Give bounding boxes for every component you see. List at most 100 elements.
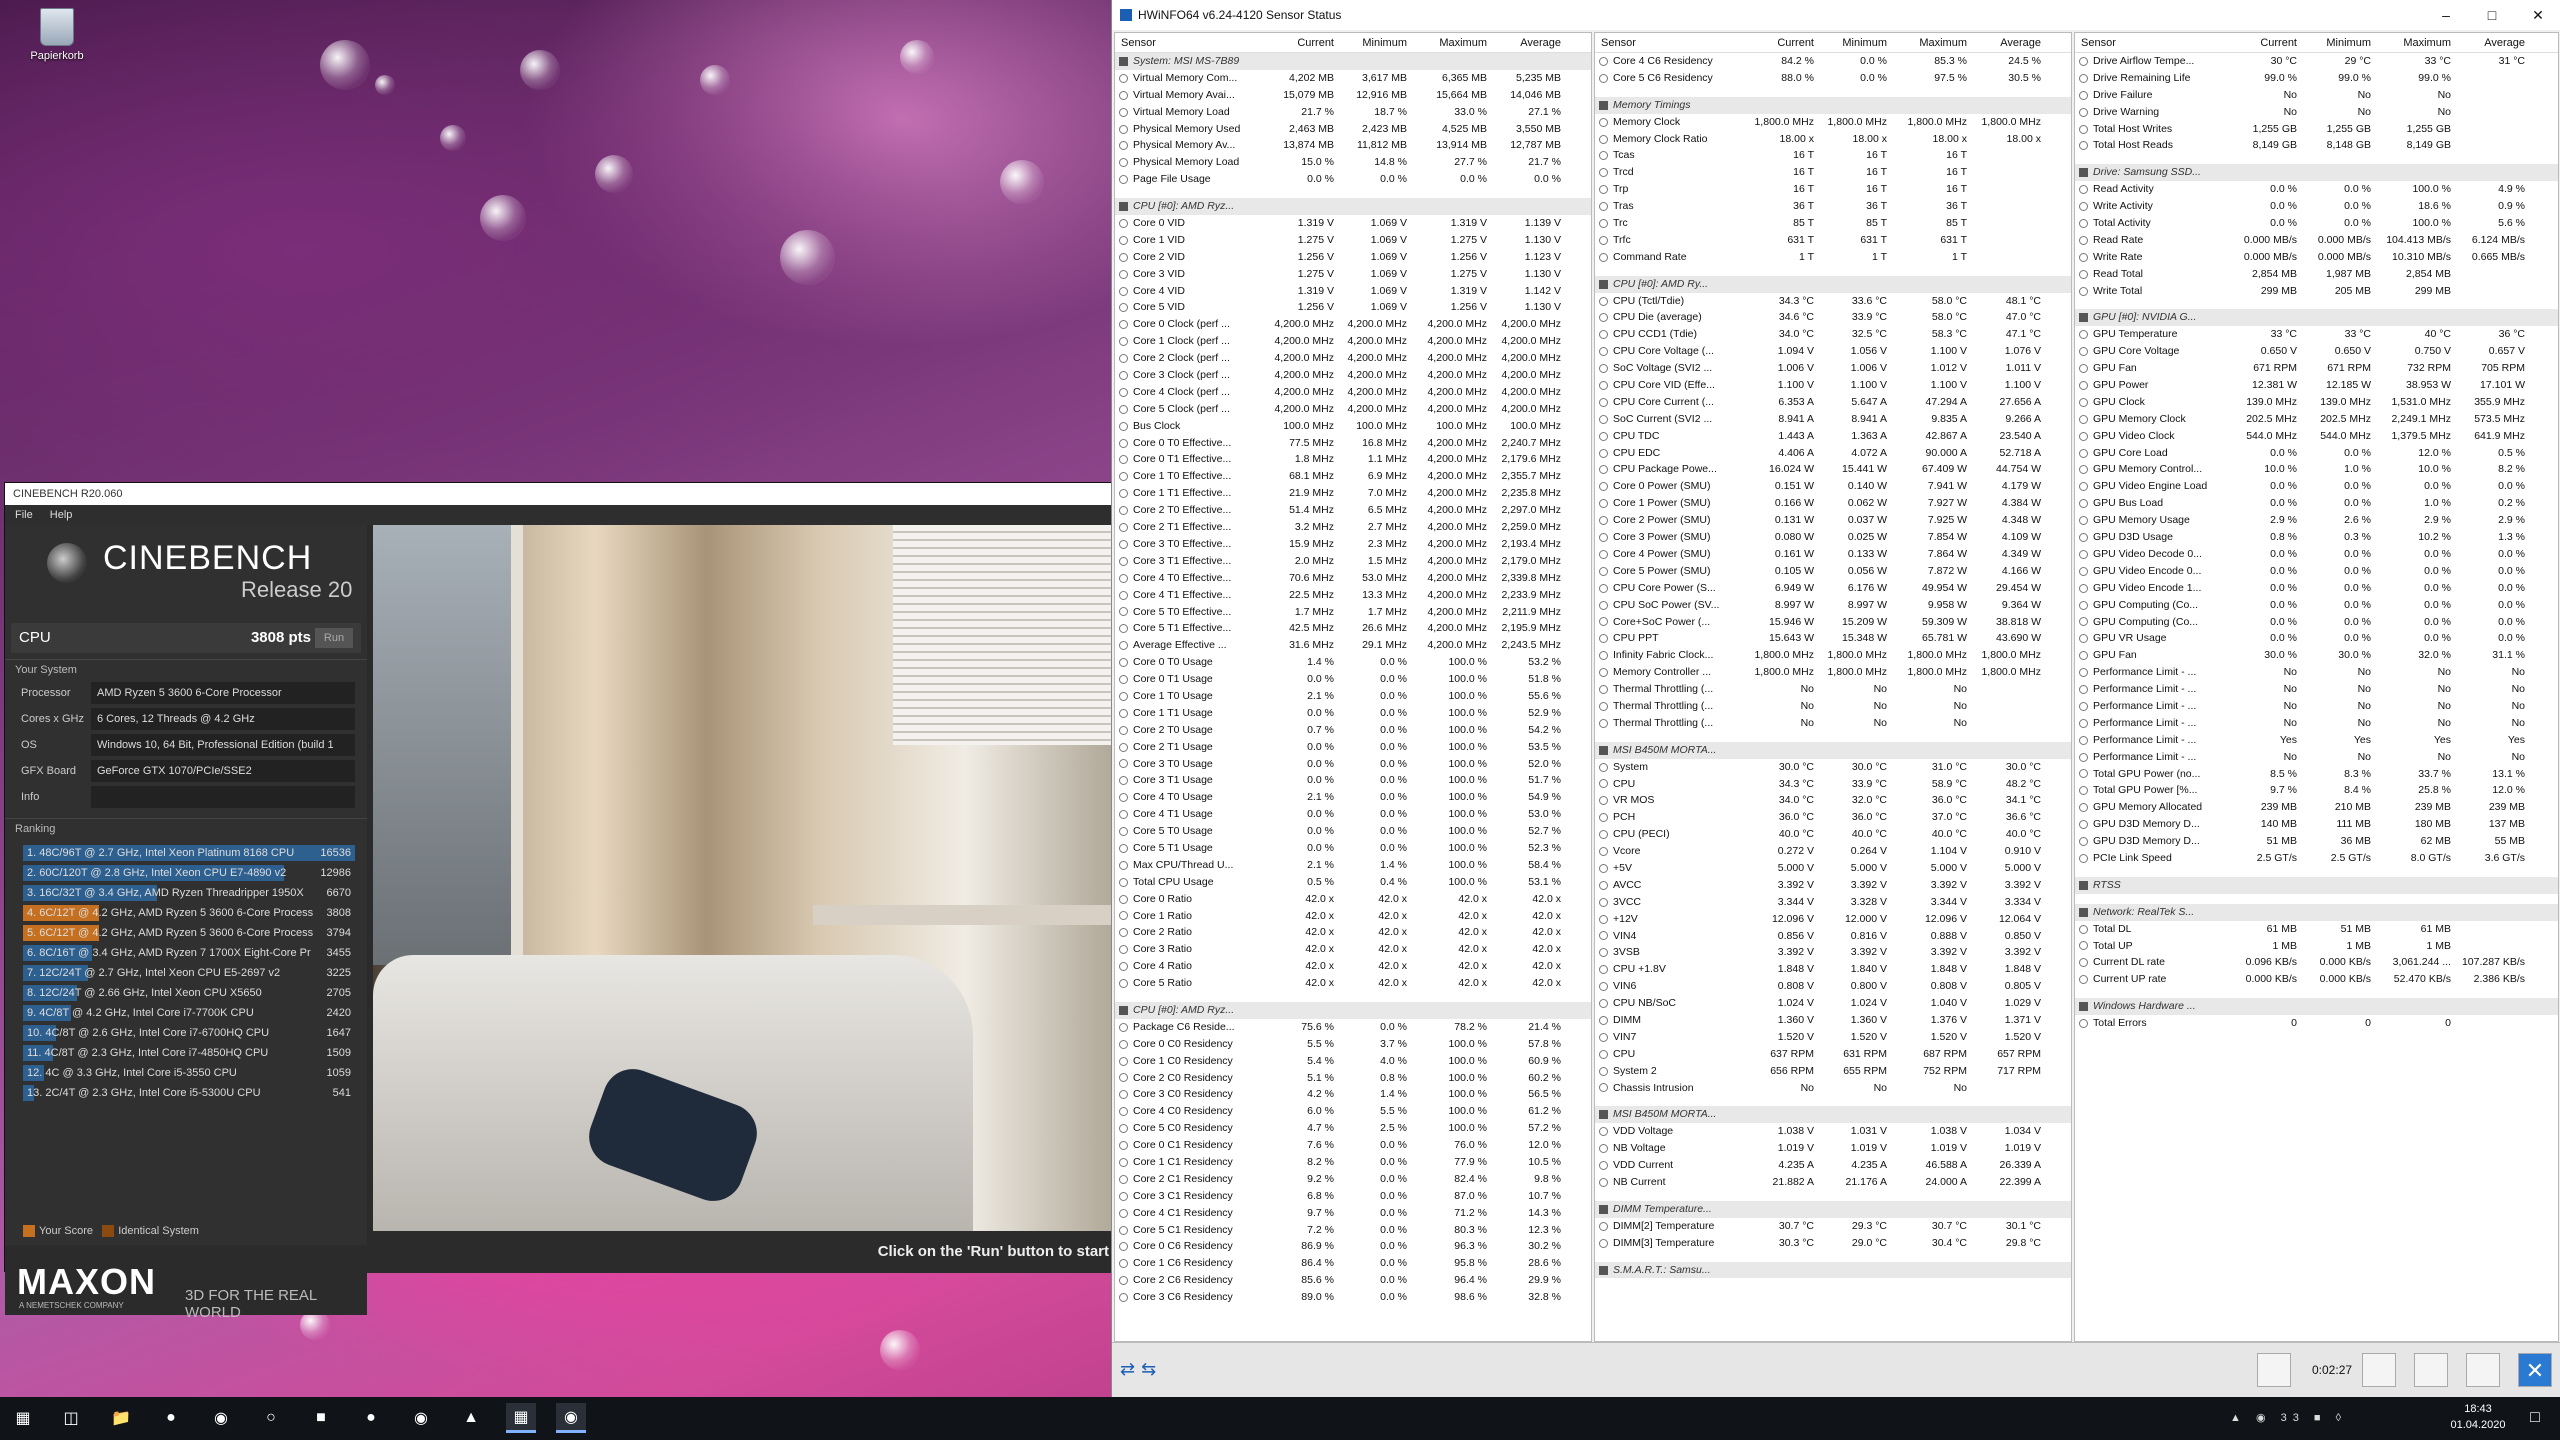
sensor-row[interactable]: Core 4 T1 Usage 0.0 % 0.0 % 100.0 % 53.0 % xyxy=(1115,806,1591,823)
sensor-row[interactable]: Drive Remaining Life 99.0 % 99.0 % 99.0 % xyxy=(2075,70,2558,87)
navigate-arrows-icon[interactable]: ⇄⇆ xyxy=(1120,1359,1162,1380)
menu-file[interactable]: File xyxy=(15,509,33,521)
sensor-group[interactable]: MSI B450M MORTA... xyxy=(1595,741,2071,759)
sensor-row[interactable]: Total GPU Power (no... 8.5 % 8.3 % 33.7 % 13… xyxy=(2075,766,2558,783)
ranking-row[interactable]: 9. 4C/8T @ 4.2 GHz, Intel Core i7-7700K … xyxy=(23,1003,355,1023)
sensor-row[interactable]: Thermal Throttling (... No No No xyxy=(1595,715,2071,732)
sensor-row[interactable]: Core 2 Clock (perf ... 4,200.0 MHz 4,200.0… xyxy=(1115,350,1591,367)
sensor-row[interactable]: Core 1 Power (SMU) 0.166 W 0.062 W 7.927 W4… xyxy=(1595,495,2071,512)
sensor-row[interactable]: Core 1 C1 Residency 8.2 % 0.0 % 77.9 % 10.5 … xyxy=(1115,1154,1591,1171)
sensor-row[interactable]: GPU Video Engine Load 0.0 % 0.0 % 0.0 % 0.0 … xyxy=(2075,478,2558,495)
sensor-row[interactable]: DIMM 1.360 V 1.360 V 1.376 V 1.371 V xyxy=(1595,1012,2071,1029)
ranking-row[interactable]: 7. 12C/24T @ 2.7 GHz, Intel Xeon CPU E5-… xyxy=(23,963,355,983)
sensor-row[interactable]: CPU CCD1 (Tdie) 34.0 °C 32.5 °C 58.3 °C 47.1… xyxy=(1595,326,2071,343)
sensor-row[interactable]: GPU Computing (Co... 0.0 % 0.0 % 0.0 % 0.0 % xyxy=(2075,614,2558,631)
sensor-row[interactable]: Core 0 Clock (perf ... 4,200.0 MHz 4,200.0… xyxy=(1115,316,1591,333)
system-tray[interactable]: ▲ ◉ 33 ■ ◊ xyxy=(2230,1411,2347,1424)
sensor-row[interactable]: Core 1 T0 Usage 2.1 % 0.0 % 100.0 % 55.6 % xyxy=(1115,688,1591,705)
sensor-row[interactable]: GPU Video Decode 0... 0.0 % 0.0 % 0.0 % 0.0 … xyxy=(2075,546,2558,563)
sensor-row[interactable]: GPU Memory Usage 2.9 % 2.6 % 2.9 % 2.9 % xyxy=(2075,512,2558,529)
sensor-column-1[interactable]: Sensor Current Minimum Maximum Average System… xyxy=(1114,32,1592,1342)
sensor-row[interactable]: Core 1 Clock (perf ... 4,200.0 MHz 4,200.0… xyxy=(1115,333,1591,350)
steam-icon[interactable]: ◉ xyxy=(406,1403,436,1433)
sensor-row[interactable]: Core 2 VID 1.256 V 1.069 V 1.256 V 1.123 V xyxy=(1115,249,1591,266)
sensor-row[interactable]: Core 0 T0 Usage 1.4 % 0.0 % 100.0 % 53.2 % xyxy=(1115,654,1591,671)
sensor-row[interactable]: Core 2 T0 Usage 0.7 % 0.0 % 100.0 % 54.2 % xyxy=(1115,722,1591,739)
spotify-icon[interactable]: ● xyxy=(356,1403,386,1433)
sensor-row[interactable]: Core 0 C0 Residency 5.5 % 3.7 % 100.0 % 57.8… xyxy=(1115,1036,1591,1053)
sensor-row[interactable]: Performance Limit - ... Yes Yes Yes Yes xyxy=(2075,732,2558,749)
cinebench-window[interactable]: CINEBENCH R20.060 File Help CINEBENCH Re… xyxy=(4,482,1113,1321)
sensor-row[interactable]: Read Rate 0.000 MB/s 0.000 MB/s 104.413 MB/… xyxy=(2075,232,2558,249)
sensor-row[interactable]: Total DL 61 MB 51 MB 61 MB xyxy=(2075,921,2558,938)
sensor-row[interactable]: GPU Video Encode 1... 0.0 % 0.0 % 0.0 % 0.0 … xyxy=(2075,580,2558,597)
sensor-group[interactable]: MSI B450M MORTA... xyxy=(1595,1106,2071,1124)
sensor-row[interactable]: Read Activity 0.0 % 0.0 % 100.0 % 4.9 % xyxy=(2075,181,2558,198)
sensor-row[interactable]: Core 5 C1 Residency 7.2 % 0.0 % 80.3 % 12.3 … xyxy=(1115,1222,1591,1239)
ranking-row[interactable]: 6. 8C/16T @ 3.4 GHz, AMD Ryzen 7 1700X E… xyxy=(23,943,355,963)
network-icon[interactable] xyxy=(2257,1353,2291,1387)
sensor-row[interactable]: Memory Clock 1,800.0 MHz 1,800.0 MHz 1,800.… xyxy=(1595,114,2071,131)
sensor-row[interactable]: Core 0 C6 Residency 86.9 % 0.0 % 96.3 % 30.2… xyxy=(1115,1238,1591,1255)
sensor-row[interactable]: Core 1 C6 Residency 86.4 % 0.0 % 95.8 % 28.6… xyxy=(1115,1255,1591,1272)
settings-icon[interactable] xyxy=(2466,1353,2500,1387)
sensor-row[interactable]: CPU Core VID (Effe... 1.100 V 1.100 V 1.100… xyxy=(1595,377,2071,394)
sensor-row[interactable]: GPU Computing (Co... 0.0 % 0.0 % 0.0 % 0.0 % xyxy=(2075,597,2558,614)
sensor-row[interactable]: Physical Memory Load 15.0 % 14.8 % 27.7 % 21… xyxy=(1115,154,1591,171)
sensor-row[interactable]: Total CPU Usage 0.5 % 0.4 % 100.0 % 53.1 % xyxy=(1115,874,1591,891)
discord-icon[interactable]: ◉ xyxy=(206,1403,236,1433)
cinebench-taskbar-icon[interactable]: ◉ xyxy=(556,1403,586,1433)
sensor-row[interactable]: DIMM[3] Temperature 30.3 °C 29.0 °C 30.4 °C… xyxy=(1595,1235,2071,1252)
header-current[interactable]: Current xyxy=(1745,33,1820,52)
sensor-row[interactable]: Core 3 VID 1.275 V 1.069 V 1.275 V 1.130 V xyxy=(1115,266,1591,283)
sensor-row[interactable]: Core 0 T1 Usage 0.0 % 0.0 % 100.0 % 51.8 % xyxy=(1115,671,1591,688)
sensor-row[interactable]: CPU Core Voltage (... 1.094 V 1.056 V 1.100… xyxy=(1595,343,2071,360)
hwinfo-titlebar[interactable]: HWiNFO64 v6.24-4120 Sensor Status – □ ✕ xyxy=(1112,0,2560,30)
header-sensor[interactable]: Sensor xyxy=(1595,33,1745,52)
sensor-row[interactable]: +5V 5.000 V 5.000 V 5.000 V 5.000 V xyxy=(1595,860,2071,877)
sensor-row[interactable]: Core 2 Power (SMU) 0.131 W 0.037 W 7.925 W4… xyxy=(1595,512,2071,529)
sensor-row[interactable]: GPU Temperature 33 °C 33 °C 40 °C 36 °C xyxy=(2075,326,2558,343)
sensor-row[interactable]: Thermal Throttling (... No No No xyxy=(1595,681,2071,698)
app-icon[interactable]: ▲ xyxy=(456,1403,486,1433)
header-current[interactable]: Current xyxy=(1265,33,1340,52)
sensor-row[interactable]: Thermal Throttling (... No No No xyxy=(1595,698,2071,715)
sensor-row[interactable]: Virtual Memory Load 21.7 % 18.7 % 33.0 % 27.… xyxy=(1115,104,1591,121)
ranking-row[interactable]: 10. 4C/8T @ 2.6 GHz, Intel Core i7-6700H… xyxy=(23,1023,355,1043)
close-icon[interactable]: ✕ xyxy=(2515,0,2560,30)
sensor-row[interactable]: CPU EDC 4.406 A 4.072 A 90.000 A 52.718 A xyxy=(1595,445,2071,462)
file-explorer-icon[interactable]: 📁 xyxy=(106,1403,136,1433)
maximize-icon[interactable]: □ xyxy=(2469,0,2515,30)
sensor-row[interactable]: Trp 16 T 16 T 16 T xyxy=(1595,181,2071,198)
app-icon[interactable]: ○ xyxy=(256,1403,286,1433)
sensor-row[interactable]: Tras 36 T 36 T 36 T xyxy=(1595,198,2071,215)
sensor-row[interactable]: Average Effective ... 31.6 MHz 29.1 MHz 4,2… xyxy=(1115,637,1591,654)
sensor-row[interactable]: 3VCC 3.344 V 3.328 V 3.344 V 3.334 V xyxy=(1595,894,2071,911)
sensor-row[interactable]: Trc 85 T 85 T 85 T xyxy=(1595,215,2071,232)
clock-icon[interactable] xyxy=(2362,1353,2396,1387)
sensor-row[interactable]: CPU 637 RPM 631 RPM 687 RPM 657 RPM xyxy=(1595,1046,2071,1063)
sensor-group[interactable]: Windows Hardware ... xyxy=(2075,998,2558,1016)
minimize-icon[interactable]: – xyxy=(2423,0,2469,30)
sensor-row[interactable]: SoC Current (SVI2 ... 8.941 A 8.941 A 9.835… xyxy=(1595,411,2071,428)
sensor-row[interactable]: Core 0 VID 1.319 V 1.069 V 1.319 V 1.139 V xyxy=(1115,215,1591,232)
ranking-row[interactable]: 3. 16C/32T @ 3.4 GHz, AMD Ryzen Threadri… xyxy=(23,883,355,903)
task-view-icon[interactable]: ◫ xyxy=(56,1403,86,1433)
sensor-group[interactable]: CPU [#0]: AMD Ryz... xyxy=(1115,1001,1591,1019)
sensor-row[interactable]: Bus Clock 100.0 MHz 100.0 MHz 100.0 MHz 100.… xyxy=(1115,418,1591,435)
windows-start-icon[interactable]: ▦ xyxy=(8,1403,38,1433)
notifications-icon[interactable]: □ xyxy=(2520,1403,2550,1433)
header-average[interactable]: Average xyxy=(1493,33,1567,52)
sensor-row[interactable]: Core 5 Ratio 42.0 x 42.0 x 42.0 x 42.0 x xyxy=(1115,975,1591,992)
sensor-row[interactable]: CPU Die (average) 34.6 °C 33.9 °C 58.0 °C 47… xyxy=(1595,309,2071,326)
sensor-row[interactable]: CPU TDC 1.443 A 1.363 A 42.867 A 23.540 A xyxy=(1595,428,2071,445)
sensor-row[interactable]: System 2 656 RPM 655 RPM 752 RPM 717 RPM xyxy=(1595,1063,2071,1080)
menu-help[interactable]: Help xyxy=(50,509,73,521)
sensor-row[interactable]: Core 4 VID 1.319 V 1.069 V 1.319 V 1.142 V xyxy=(1115,283,1591,300)
sensor-row[interactable]: Core 2 T1 Effective... 3.2 MHz 2.7 MHz 4,20… xyxy=(1115,519,1591,536)
sensor-row[interactable]: CPU Package Powe... 16.024 W 15.441 W 67.40… xyxy=(1595,461,2071,478)
sensor-row[interactable]: PCIe Link Speed 2.5 GT/s 2.5 GT/s 8.0 GT/s 3… xyxy=(2075,850,2558,867)
sensor-row[interactable]: Physical Memory Av... 13,874 MB 11,812 MB 1… xyxy=(1115,137,1591,154)
sensor-row[interactable]: Core 1 C0 Residency 5.4 % 4.0 % 100.0 % 60.9… xyxy=(1115,1053,1591,1070)
sensor-row[interactable]: Core 3 T0 Usage 0.0 % 0.0 % 100.0 % 52.0 % xyxy=(1115,756,1591,773)
